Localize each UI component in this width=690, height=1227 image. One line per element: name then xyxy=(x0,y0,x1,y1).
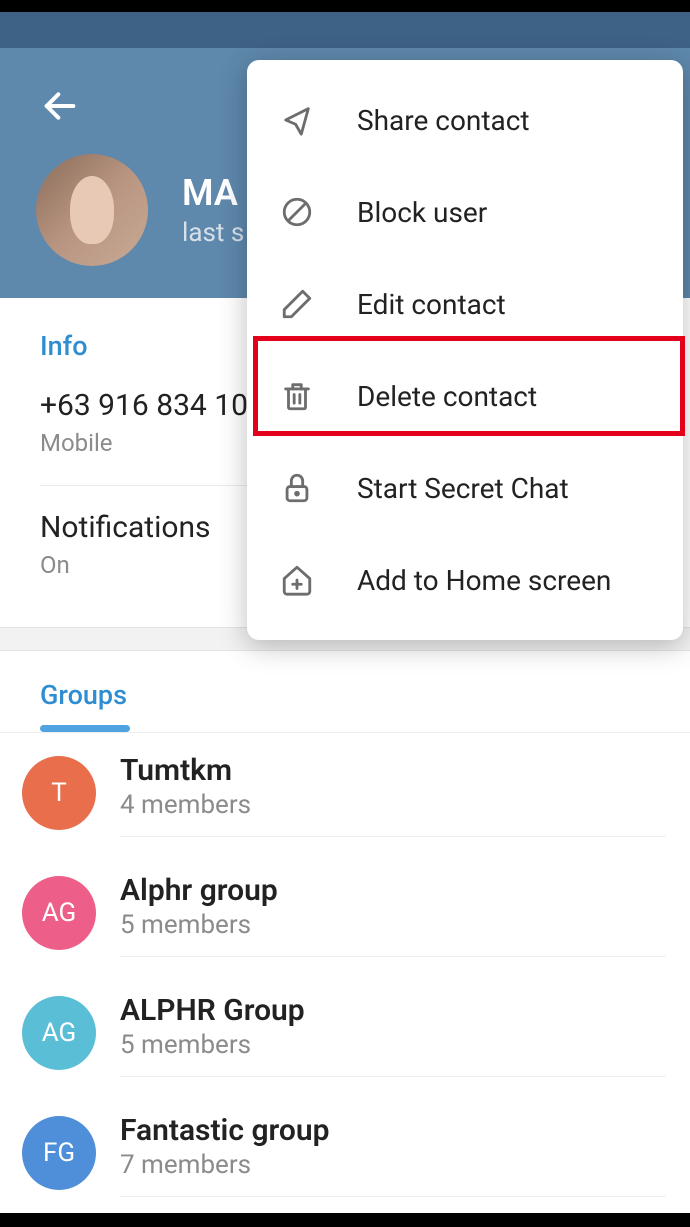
profile-text: MA last s xyxy=(182,172,244,248)
menu-block-user[interactable]: Block user xyxy=(247,166,683,258)
block-icon xyxy=(277,192,317,232)
group-item[interactable]: FG Fantastic group7 members xyxy=(0,1093,690,1213)
group-name: Fantastic group xyxy=(120,1113,666,1148)
trash-icon xyxy=(277,376,317,416)
menu-label: Block user xyxy=(357,196,487,229)
group-avatar: T xyxy=(22,756,96,830)
window-frame-top xyxy=(0,0,690,12)
edit-icon xyxy=(277,284,317,324)
group-name: Tumtkm xyxy=(120,753,666,788)
menu-label: Start Secret Chat xyxy=(357,472,569,505)
group-content: Fantastic group7 members xyxy=(120,1109,666,1197)
groups-list: TTumtkm4 membersAGAlphr group5 membersAG… xyxy=(0,732,690,1213)
home-plus-icon xyxy=(277,560,317,600)
group-content: Alphr group5 members xyxy=(120,869,666,957)
menu-label: Delete contact xyxy=(357,380,537,413)
status-bar xyxy=(0,12,690,48)
group-item[interactable]: AG ALPHR Group5 members xyxy=(0,973,690,1093)
group-avatar: AG xyxy=(22,876,96,950)
profile-status: last s xyxy=(182,218,244,248)
group-members: 5 members xyxy=(120,910,666,940)
group-name: ALPHR Group xyxy=(120,993,666,1028)
menu-delete-contact[interactable]: Delete contact xyxy=(247,350,683,442)
group-members: 7 members xyxy=(120,1150,666,1180)
menu-label: Add to Home screen xyxy=(357,564,611,597)
lock-icon xyxy=(277,468,317,508)
avatar[interactable] xyxy=(36,154,148,266)
menu-label: Edit contact xyxy=(357,288,506,321)
back-button[interactable] xyxy=(36,82,84,130)
group-item[interactable]: AG Alphr group5 members xyxy=(0,853,690,973)
groups-title: Groups xyxy=(0,679,690,725)
groups-tab-underline xyxy=(40,725,130,732)
group-content: Tumtkm4 members xyxy=(120,749,666,837)
group-avatar: AG xyxy=(22,996,96,1070)
group-item[interactable]: T Tumtkm4 members xyxy=(0,733,690,853)
groups-section: Groups TTumtkm4 membersAGAlphr group5 me… xyxy=(0,651,690,1213)
share-icon xyxy=(277,100,317,140)
menu-edit-contact[interactable]: Edit contact xyxy=(247,258,683,350)
menu-start-secret-chat[interactable]: Start Secret Chat xyxy=(247,442,683,534)
group-members: 4 members xyxy=(120,790,666,820)
menu-label: Share contact xyxy=(357,104,530,137)
menu-add-home-screen[interactable]: Add to Home screen xyxy=(247,534,683,626)
group-avatar: FG xyxy=(22,1116,96,1190)
context-menu: Share contact Block user Edit contact De… xyxy=(247,60,683,640)
group-members: 5 members xyxy=(120,1030,666,1060)
group-name: Alphr group xyxy=(120,873,666,908)
profile-name: MA xyxy=(182,172,244,214)
back-arrow-icon xyxy=(40,86,80,126)
menu-share-contact[interactable]: Share contact xyxy=(247,74,683,166)
group-content: ALPHR Group5 members xyxy=(120,989,666,1077)
